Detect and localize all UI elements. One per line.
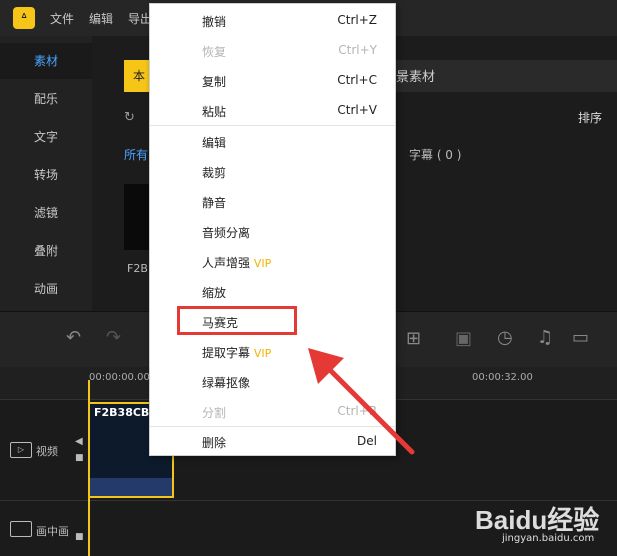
voice-enhance-label: 人声增强 <box>202 256 251 270</box>
sidebar-item-media[interactable]: 素材 <box>0 43 92 79</box>
menu-item-copy[interactable]: 复制 <box>202 73 226 90</box>
menu-item-delete[interactable]: 删除 <box>202 434 226 451</box>
menu-item-undo[interactable]: 撤销 <box>202 13 226 30</box>
video-track-icon: ▷ <box>10 442 32 458</box>
crop-tool-icon[interactable]: ▣ <box>455 328 472 349</box>
sidebar-item-text[interactable]: 文字 <box>0 119 92 155</box>
redo-icon[interactable]: ↷ <box>106 327 121 348</box>
pip-track-icon <box>10 521 32 537</box>
menu-item-edit[interactable]: 编辑 <box>202 134 226 151</box>
menu-edit[interactable]: 编辑 <box>89 10 113 27</box>
media-thumbnail-label: F2B <box>127 262 148 275</box>
baidu-watermark-url: jingyan.baidu.com <box>502 533 595 544</box>
shortcut-copy: Ctrl+C <box>337 73 377 87</box>
filter-subtitles[interactable]: 字幕 ( 0 ) <box>409 146 461 163</box>
playhead[interactable] <box>88 380 90 556</box>
time-marker: 00:00:32.00 <box>472 372 533 383</box>
menu-item-zoom[interactable]: 缩放 <box>202 284 226 301</box>
lock-icon[interactable]: ■ <box>75 453 84 463</box>
audio-waveform <box>90 478 172 496</box>
vip-badge: VIP <box>253 257 272 270</box>
menu-item-split[interactable]: 分割 <box>202 404 226 421</box>
sidebar-item-animations[interactable]: 动画 <box>0 271 92 307</box>
menu-separator <box>150 125 395 126</box>
menu-item-audio-detach[interactable]: 音频分离 <box>202 224 250 241</box>
screen-record-icon[interactable]: ▭ <box>572 327 589 348</box>
sort-label[interactable]: 排序 <box>578 109 602 126</box>
undo-icon[interactable]: ↶ <box>66 327 81 348</box>
annotation-arrow-icon <box>308 348 415 455</box>
sidebar-item-transitions[interactable]: 转场 <box>0 157 92 193</box>
time-start: 00:00:00.00 <box>89 372 150 383</box>
app-logo: ᐞ <box>13 7 35 29</box>
sidebar-item-overlays[interactable]: 叠附 <box>0 233 92 269</box>
menu-item-voice-enhance[interactable]: 人声增强 VIP <box>202 254 271 271</box>
menu-item-crop[interactable]: 裁剪 <box>202 164 226 181</box>
shortcut-redo: Ctrl+Y <box>338 43 377 57</box>
shortcut-undo: Ctrl+Z <box>337 13 377 27</box>
highlight-box <box>177 306 297 335</box>
pip-lock-icon[interactable]: ■ <box>75 532 84 542</box>
speed-clock-icon[interactable]: ◷ <box>497 327 513 348</box>
menu-item-redo[interactable]: 恢复 <box>202 43 226 60</box>
extract-subtitles-label: 提取字幕 <box>202 346 251 360</box>
microphone-icon[interactable]: ♫ <box>537 327 553 348</box>
baidu-watermark: Baidu经验 <box>475 505 600 535</box>
refresh-icon[interactable]: ↻ <box>124 110 135 125</box>
menu-item-paste[interactable]: 粘贴 <box>202 103 226 120</box>
menu-item-extract-subtitles[interactable]: 提取字幕 VIP <box>202 344 271 361</box>
clip-title: F2B38CB <box>94 406 150 419</box>
menu-item-chroma-key[interactable]: 绿幕抠像 <box>202 374 250 391</box>
sidebar-item-music[interactable]: 配乐 <box>0 81 92 117</box>
menu-file[interactable]: 文件 <box>50 10 74 27</box>
speaker-icon[interactable]: ◀ <box>75 436 83 447</box>
sidebar-item-filters[interactable]: 滤镜 <box>0 195 92 231</box>
vip-badge: VIP <box>253 347 272 360</box>
shortcut-paste: Ctrl+V <box>337 103 377 117</box>
menu-item-mute[interactable]: 静音 <box>202 194 226 211</box>
filter-all[interactable]: 所有 <box>124 146 148 163</box>
